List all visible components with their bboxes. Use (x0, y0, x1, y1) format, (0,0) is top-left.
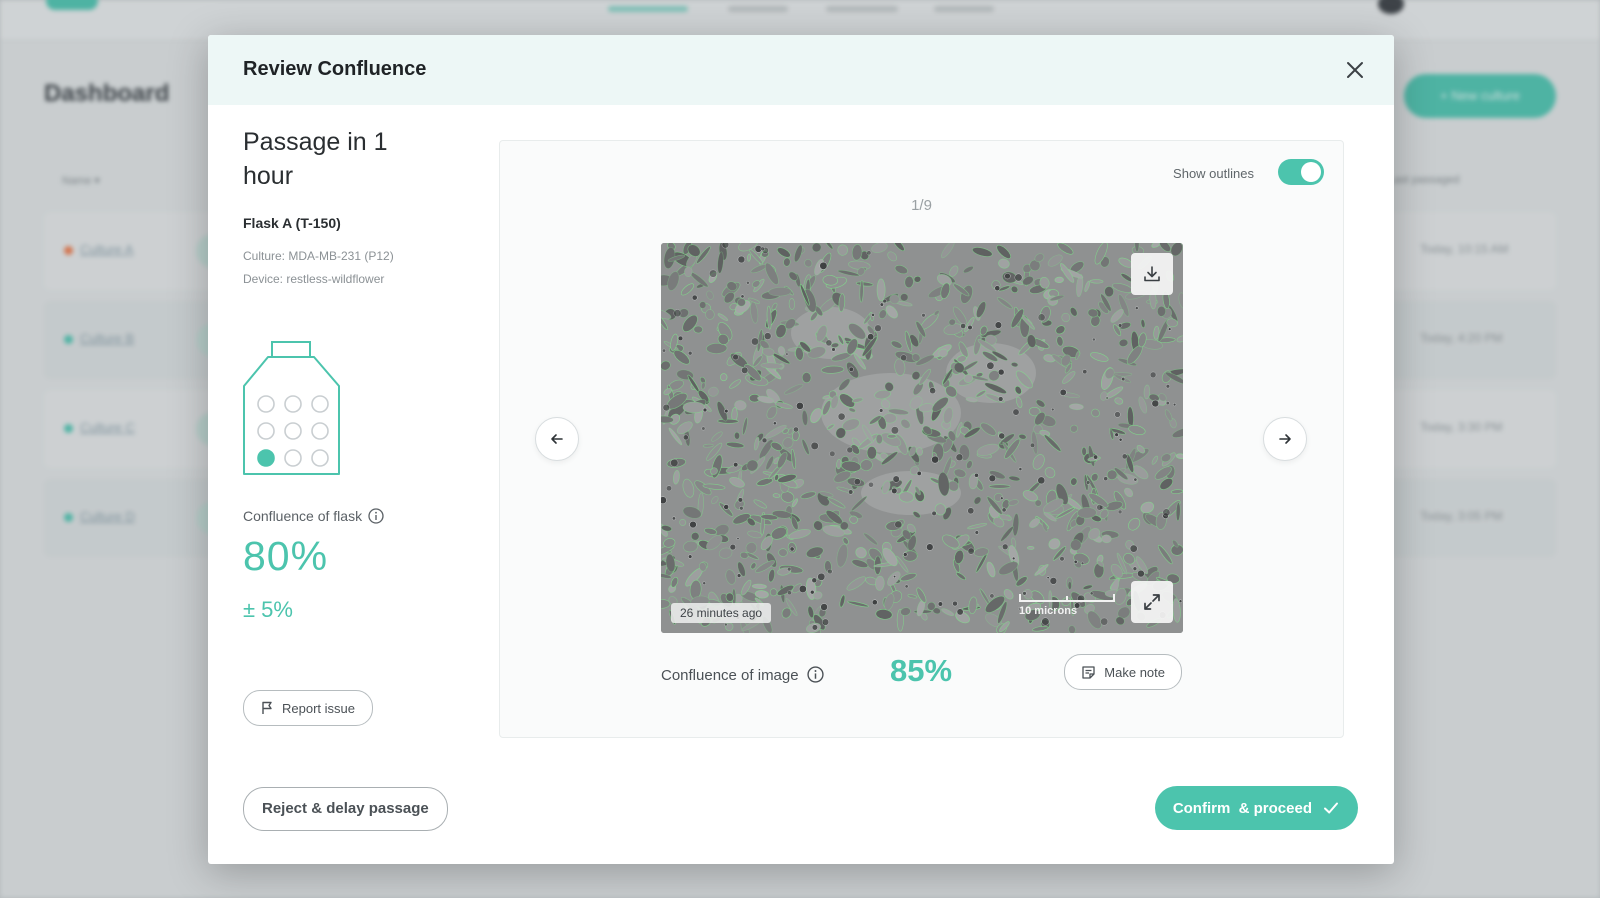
confirm-proceed-button[interactable]: Confirm & proceed (1154, 786, 1358, 830)
flask-well[interactable] (284, 395, 302, 413)
fullscreen-button[interactable] (1131, 581, 1173, 623)
image-counter: 1/9 (911, 197, 932, 214)
flask-well[interactable] (284, 422, 302, 440)
reject-delay-passage-button[interactable]: Reject & delay passage (243, 787, 448, 831)
modal-header: Review Confluence (208, 35, 1394, 105)
passage-heading: Passage in 1 hour (243, 128, 388, 190)
info-icon[interactable] (368, 508, 384, 527)
checkmark-icon (1324, 802, 1338, 814)
flask-well[interactable] (257, 422, 275, 440)
modal-title: Review Confluence (243, 58, 427, 80)
next-image-button[interactable] (1263, 417, 1307, 461)
toggle-knob (1301, 162, 1321, 182)
flask-well[interactable] (257, 395, 275, 413)
show-outlines-toggle[interactable] (1278, 159, 1324, 185)
arrow-right-icon (1279, 434, 1291, 444)
previous-image-button[interactable] (535, 417, 579, 461)
close-button[interactable] (1342, 57, 1368, 83)
arrow-left-icon (551, 434, 563, 444)
review-confluence-modal: Review Confluence Passage in 1 hour Flas… (208, 35, 1394, 864)
flask-summary-panel: Passage in 1 hour Flask A (T-150) Cultur… (243, 125, 463, 726)
flask-confluence-label-text: Confluence of flask (243, 508, 363, 524)
flag-icon (262, 701, 272, 714)
flask-well[interactable] (311, 395, 329, 413)
device-text: Device: restless-wildflower (243, 272, 385, 286)
download-button[interactable] (1131, 253, 1173, 295)
cell-micrograph (661, 243, 1183, 633)
image-confluence-label-text: Confluence of image (661, 667, 799, 684)
scale-bar-line (1019, 594, 1115, 602)
confirm-proceed-label: Confirm & proceed (1172, 799, 1312, 817)
show-outlines-label: Show outlines (1173, 166, 1254, 181)
image-viewer: Show outlines 1/9 26 minutes ago 10 micr… (499, 140, 1344, 738)
scale-bar-label: 10 microns (1019, 605, 1078, 617)
microscopy-image[interactable]: 26 minutes ago 10 microns (661, 243, 1183, 633)
flask-confluence-error: ± 5% (243, 597, 293, 622)
report-issue-label: Report issue (282, 700, 355, 716)
download-icon (1144, 266, 1160, 282)
make-note-button[interactable]: Make note (1064, 654, 1182, 690)
image-timestamp: 26 minutes ago (671, 603, 772, 623)
flask-well[interactable] (311, 449, 329, 467)
selected-well[interactable] (257, 449, 275, 467)
flask-well[interactable] (284, 449, 302, 467)
image-confluence-label: Confluence of image (661, 666, 824, 687)
report-issue-button[interactable]: Report issue (243, 690, 373, 726)
info-icon[interactable] (806, 666, 824, 687)
image-confluence-value: 85% (890, 653, 953, 688)
flask-confluence-label: Confluence of flask (243, 508, 384, 527)
close-icon (1347, 62, 1363, 78)
flask-diagram (243, 341, 340, 475)
note-icon (1082, 665, 1095, 679)
flask-well[interactable] (311, 422, 329, 440)
flask-name: Flask A (T-150) (243, 215, 341, 231)
flask-meta: Culture: MDA-MB-231 (P12) Device: restle… (243, 245, 463, 291)
flask-confluence-value: 80% (243, 533, 329, 579)
make-note-label: Make note (1104, 664, 1165, 680)
scale-bar: 10 microns (1019, 591, 1115, 617)
expand-icon (1144, 594, 1160, 610)
culture-text: Culture: MDA-MB-231 (P12) (243, 249, 394, 263)
